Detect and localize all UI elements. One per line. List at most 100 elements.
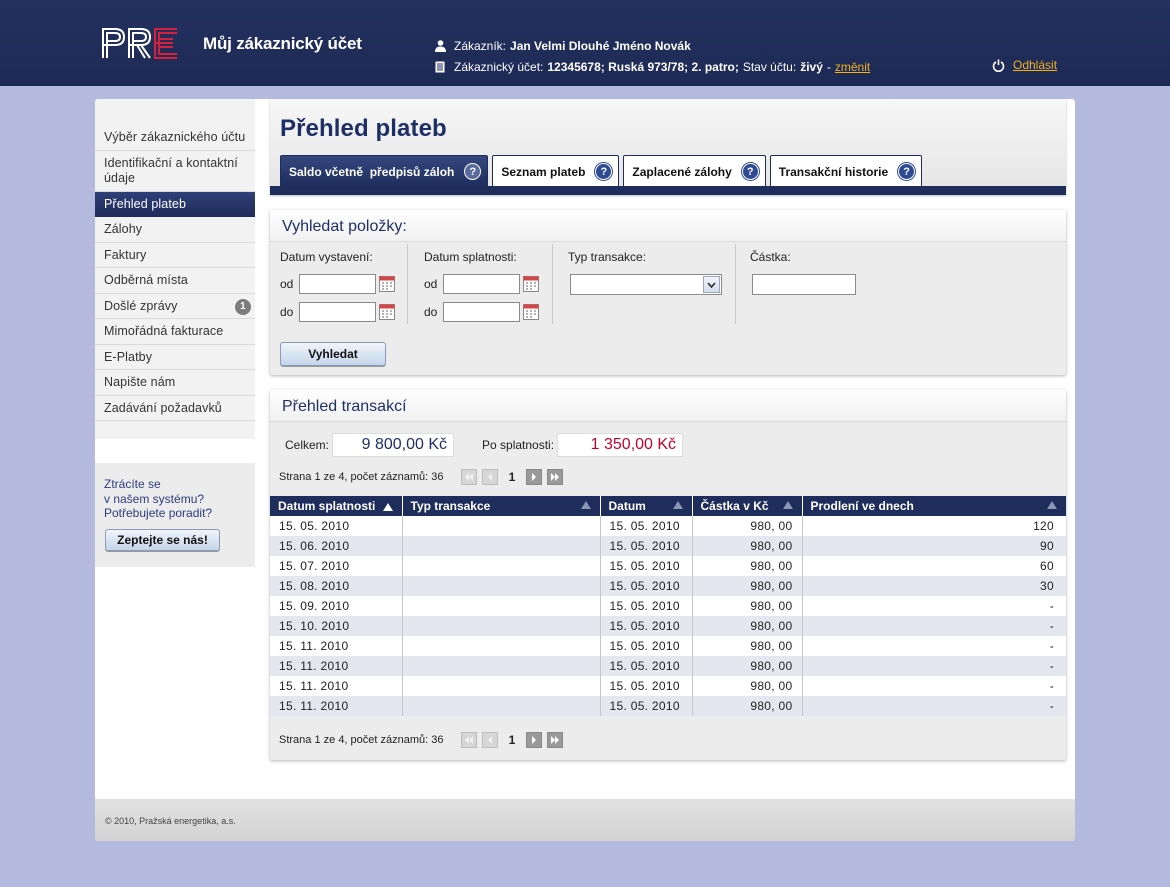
col-header-due-date[interactable]: Datum splatnosti bbox=[270, 496, 403, 516]
help-icon[interactable]: ? bbox=[898, 163, 916, 180]
table-row[interactable]: 15. 11. 2010 15. 05. 2010 980, 00- bbox=[270, 636, 1066, 656]
cell-date: 15. 05. 2010 bbox=[600, 536, 693, 556]
account-label: Zákaznický účet: bbox=[454, 60, 544, 74]
logout-link[interactable]: Odhlásit bbox=[1013, 58, 1057, 72]
first-page-icon[interactable] bbox=[461, 732, 477, 748]
account-value: 12345678; Ruská 973/78; 2. patro; bbox=[547, 60, 739, 74]
sort-asc-icon[interactable] bbox=[383, 503, 394, 511]
sidebar-item-requests[interactable]: Zadávání požadavků bbox=[95, 396, 255, 421]
col-header-type[interactable]: Typ transakce bbox=[402, 496, 601, 516]
cell-type bbox=[402, 656, 601, 676]
sort-icon[interactable] bbox=[1047, 501, 1057, 509]
sidebar-item-deposits[interactable]: Zálohy bbox=[95, 217, 255, 243]
tab-balance[interactable]: Saldo včetně předpisů záloh ? bbox=[280, 155, 489, 187]
calendar-icon[interactable] bbox=[523, 304, 539, 320]
status-value: živý bbox=[800, 60, 823, 74]
table-row[interactable]: 15. 11. 2010 15. 05. 2010 980, 00- bbox=[270, 696, 1066, 716]
current-page: 1 bbox=[508, 733, 516, 747]
table-row[interactable]: 15. 05. 2010 15. 05. 2010 980, 00 120 bbox=[270, 516, 1066, 536]
sidebar-item-messages[interactable]: Došlé zprávy 1 bbox=[95, 294, 255, 319]
table-row[interactable]: 15. 07. 2010 15. 05. 2010 980, 00 60 bbox=[270, 556, 1066, 576]
table-row[interactable]: 15. 11. 2010 15. 05. 2010 980, 00- bbox=[270, 676, 1066, 696]
status-label: Stav účtu: bbox=[742, 60, 797, 74]
sort-icon[interactable] bbox=[782, 501, 793, 509]
sort-icon[interactable] bbox=[672, 501, 683, 509]
table-row[interactable]: 15. 09. 2010 15. 05. 2010 980, 00- bbox=[270, 596, 1066, 616]
help-icon[interactable]: ? bbox=[595, 163, 613, 180]
cell-type bbox=[402, 536, 601, 556]
transaction-type-select[interactable] bbox=[570, 274, 722, 295]
pre-logo[interactable] bbox=[101, 27, 179, 59]
table-row[interactable]: 15. 11. 2010 15. 05. 2010 980, 00- bbox=[270, 656, 1066, 676]
status-separator: - bbox=[826, 60, 831, 74]
col-header-delay[interactable]: Prodlení ve dnech bbox=[802, 496, 1066, 516]
calendar-icon[interactable] bbox=[523, 276, 539, 292]
chevron-down-icon[interactable] bbox=[703, 276, 720, 293]
sidebar-item-identification[interactable]: Identifikační a kontaktní údaje bbox=[95, 151, 255, 192]
help-icon[interactable]: ? bbox=[464, 163, 482, 180]
tab-paid-deposits[interactable]: Zaplacené zálohy ? bbox=[623, 155, 766, 187]
table-header-row: Datum splatnosti Typ transakce Datum Čás… bbox=[270, 496, 1066, 516]
col-header-date[interactable]: Datum bbox=[600, 496, 693, 516]
cell-date: 15. 05. 2010 bbox=[600, 676, 693, 696]
search-button[interactable]: Vyhledat bbox=[280, 342, 386, 366]
col-header-label: Prodlení ve dnech bbox=[810, 499, 914, 513]
sidebar-item-extra-billing[interactable]: Mimořádná fakturace bbox=[95, 319, 255, 345]
sidebar-item-supply-points[interactable]: Odběrná místa bbox=[95, 268, 255, 294]
sidebar-item-label: Faktury bbox=[104, 247, 147, 262]
cell-amount: 980, 00 bbox=[692, 656, 803, 676]
sidebar-item-payments-overview[interactable]: Přehled plateb bbox=[95, 191, 255, 217]
cell-due-date: 15. 09. 2010 bbox=[270, 596, 403, 616]
cell-date: 15. 05. 2010 bbox=[600, 596, 693, 616]
cell-amount: 980, 00 bbox=[692, 616, 803, 636]
help-icon[interactable]: ? bbox=[741, 163, 759, 180]
cell-date: 15. 05. 2010 bbox=[600, 656, 693, 676]
next-page-icon[interactable] bbox=[526, 732, 542, 748]
sidebar-item-write-us[interactable]: Napište nám bbox=[95, 370, 255, 396]
issue-date-from-input[interactable] bbox=[299, 274, 376, 294]
prev-page-icon[interactable] bbox=[482, 732, 498, 748]
tab-transaction-history[interactable]: Transakční historie ? bbox=[769, 155, 923, 187]
document-icon bbox=[433, 61, 447, 73]
tab-payment-list[interactable]: Seznam plateb ? bbox=[492, 155, 620, 187]
prev-page-icon[interactable] bbox=[482, 469, 498, 485]
customer-line: Zákazník: Jan Velmi Dlouhé Jméno Novák bbox=[433, 39, 691, 53]
last-page-icon[interactable] bbox=[547, 469, 563, 485]
cell-date: 15. 05. 2010 bbox=[600, 616, 693, 636]
sidebar-item-account-select[interactable]: Výběr zákaznického účtu bbox=[95, 125, 255, 151]
due-date-from-input[interactable] bbox=[443, 274, 520, 294]
first-page-icon[interactable] bbox=[461, 469, 477, 485]
ask-us-button[interactable]: Zeptejte se nás! bbox=[105, 529, 220, 551]
sidebar-item-label: Výběr zákaznického účtu bbox=[104, 130, 246, 144]
cell-amount: 980, 00 bbox=[692, 676, 803, 696]
search-panel: Vyhledat položky: Datum vystavení: od do… bbox=[270, 210, 1066, 375]
table-row[interactable]: 15. 08. 2010 15. 05. 2010 980, 00 30 bbox=[270, 576, 1066, 596]
calendar-icon[interactable] bbox=[379, 304, 395, 320]
cell-delay: - bbox=[802, 656, 1066, 676]
col-header-label: Částka v Kč bbox=[700, 499, 769, 513]
due-date-to-input[interactable] bbox=[443, 302, 520, 322]
sort-icon[interactable] bbox=[580, 501, 591, 509]
col-header-label: Typ transakce bbox=[410, 499, 491, 513]
col-header-amount[interactable]: Částka v Kč bbox=[692, 496, 803, 516]
amount-input[interactable] bbox=[752, 274, 856, 295]
last-page-icon[interactable] bbox=[547, 732, 563, 748]
amount-label: Částka: bbox=[750, 250, 791, 264]
table-row[interactable]: 15. 10. 2010 15. 05. 2010 980, 00- bbox=[270, 616, 1066, 636]
sidebar-item-invoices[interactable]: Faktury bbox=[95, 243, 255, 268]
issue-date-from-row: od bbox=[280, 274, 395, 294]
col-header-label: Datum splatnosti bbox=[278, 499, 376, 513]
cell-delay: 120 bbox=[802, 516, 1066, 536]
logout-link-group[interactable]: Odhlásit bbox=[992, 58, 1057, 72]
top-header: Můj zákaznický účet Zákazník: Jan Velmi … bbox=[0, 0, 1170, 86]
change-account-link[interactable]: změnit bbox=[835, 60, 870, 74]
issue-date-to-input[interactable] bbox=[299, 302, 376, 322]
tab-label: Transakční historie bbox=[778, 164, 889, 179]
table-row[interactable]: 15. 06. 2010 15. 05. 2010 980, 00 90 bbox=[270, 536, 1066, 556]
calendar-icon[interactable] bbox=[379, 276, 395, 292]
overdue-label: Po splatnosti: bbox=[482, 438, 555, 452]
sidebar-item-e-payments[interactable]: E-Platby bbox=[95, 345, 255, 370]
next-page-icon[interactable] bbox=[526, 469, 542, 485]
sidebar: Výběr zákaznického účtu Identifikační a … bbox=[95, 99, 255, 439]
cell-type bbox=[402, 696, 601, 716]
